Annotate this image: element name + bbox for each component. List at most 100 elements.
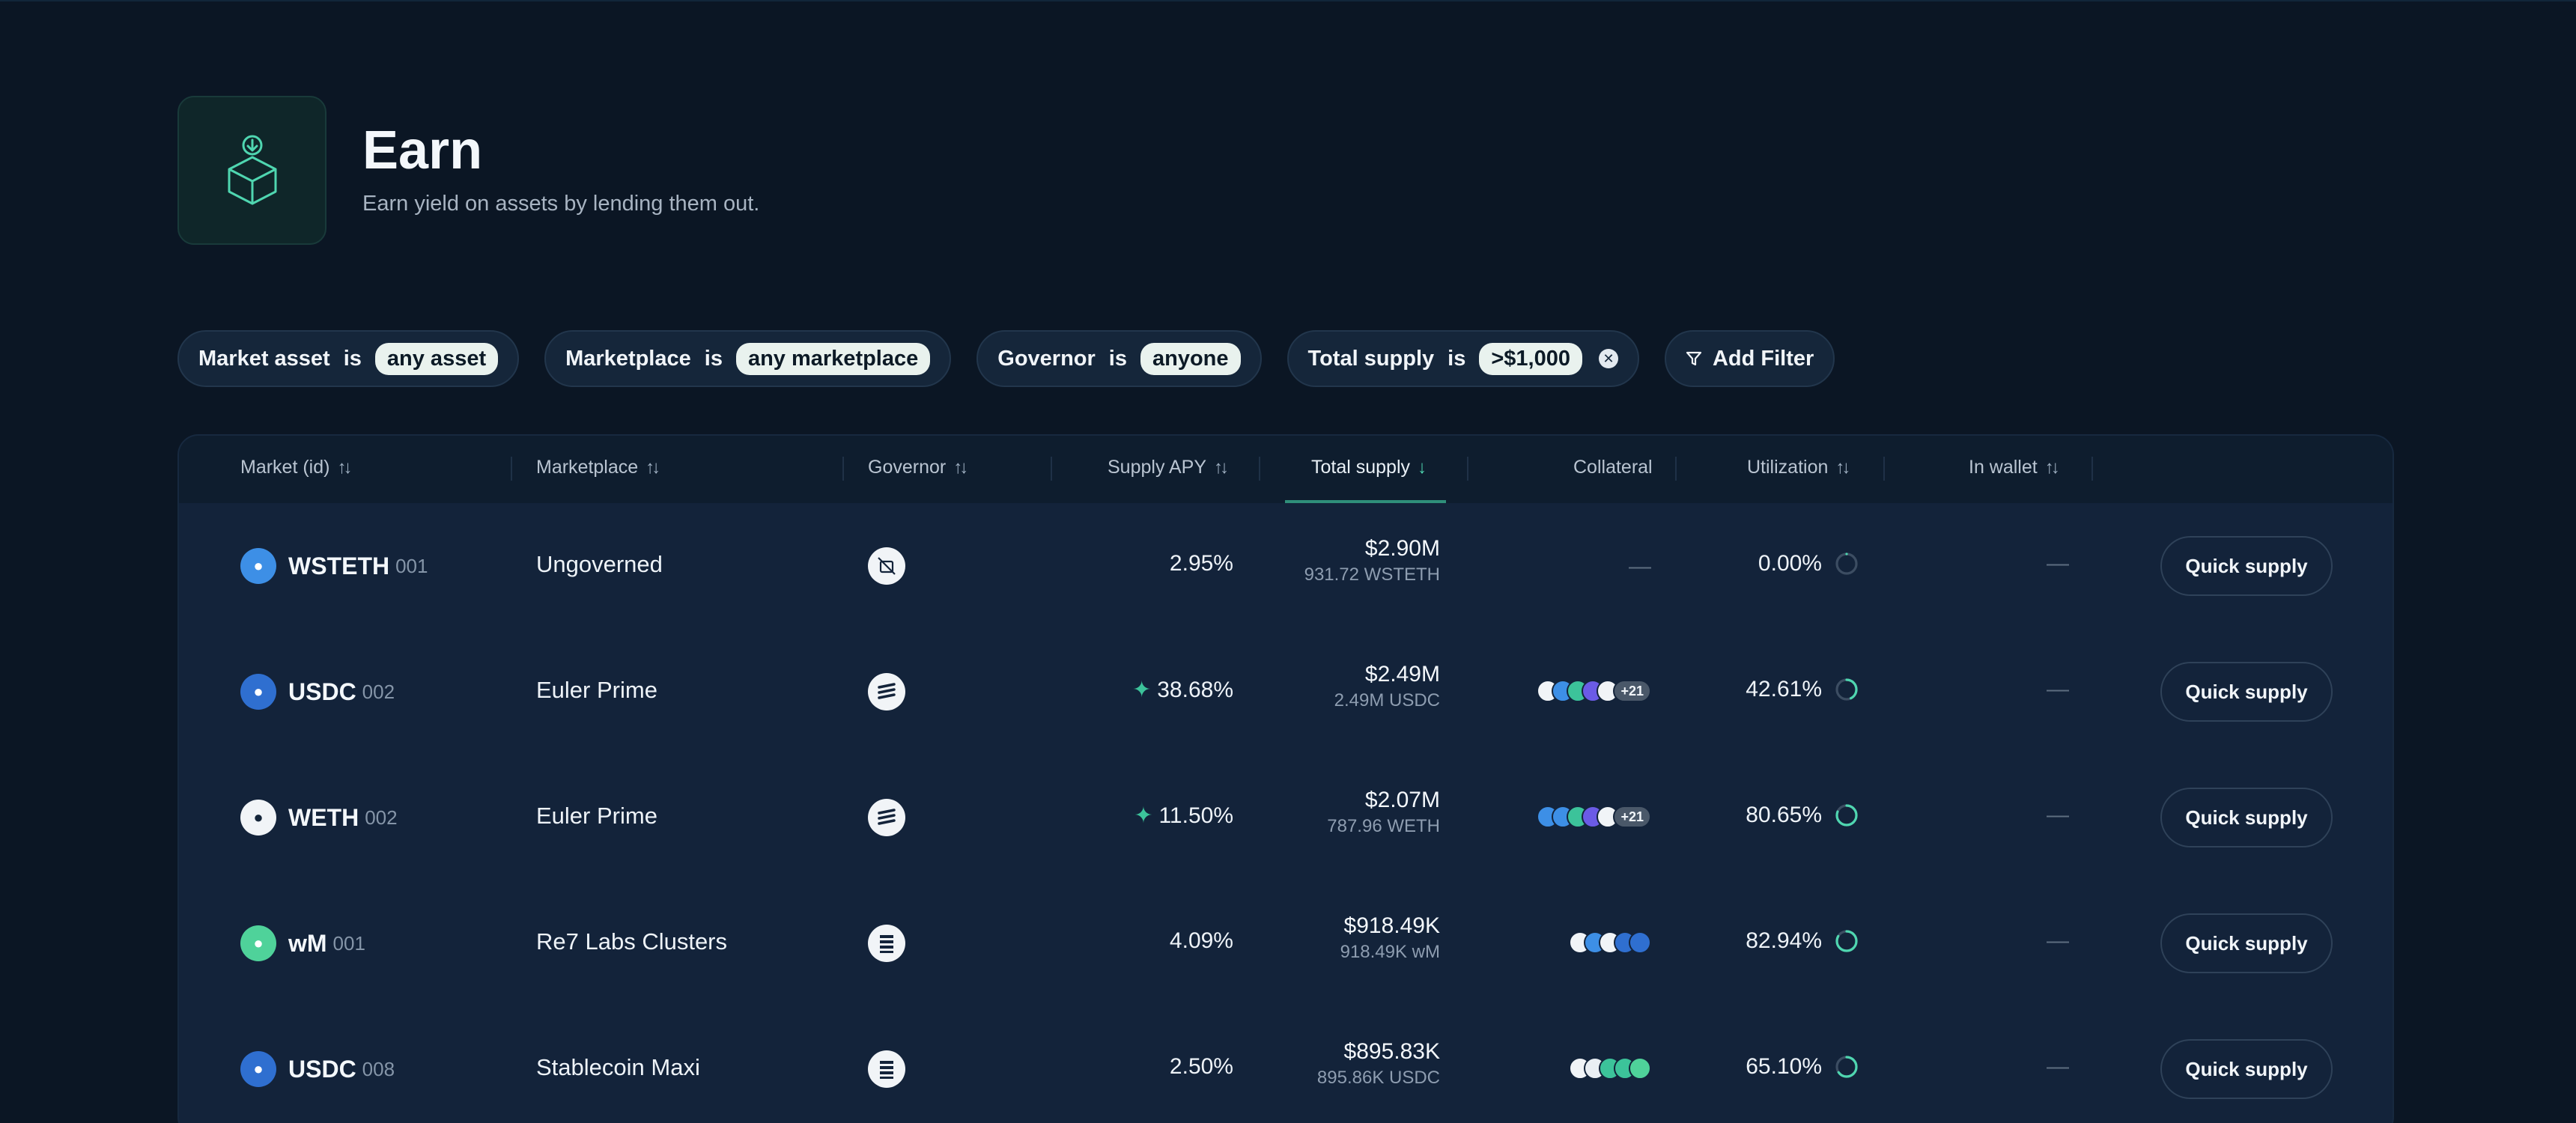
page-title: Earn bbox=[362, 121, 483, 180]
collateral-cell bbox=[1569, 1057, 1651, 1080]
collateral-cell: — bbox=[1629, 554, 1651, 579]
market-id: 001 bbox=[395, 554, 428, 577]
arrow-down-icon: ↓ bbox=[1418, 457, 1427, 478]
supply-apy-value: 4.09% bbox=[1169, 928, 1233, 953]
supply-apy-cell: ✦ 11.50% bbox=[1134, 803, 1233, 829]
in-wallet-value: — bbox=[2047, 803, 2069, 827]
asset-symbol: USDC bbox=[288, 1055, 356, 1083]
column-header-market[interactable]: Market (id) ↑↓ bbox=[240, 457, 352, 478]
re7-icon bbox=[868, 925, 905, 962]
filter-op: is bbox=[343, 346, 362, 371]
utilization-ring-icon bbox=[1835, 930, 1858, 952]
in-wallet-cell: — bbox=[2047, 551, 2069, 576]
filter-value: any marketplace bbox=[735, 342, 931, 375]
market-cell[interactable]: ● wM 001 bbox=[240, 925, 365, 961]
collateral-coin-icon bbox=[1629, 1057, 1651, 1080]
collateral-cell bbox=[1569, 931, 1651, 954]
utilization-value: 65.10% bbox=[1746, 1054, 1822, 1079]
asset-token-icon: ● bbox=[240, 800, 276, 836]
filter-chip-market-asset[interactable]: Market asset is any asset bbox=[177, 330, 520, 387]
quick-supply-button[interactable]: Quick supply bbox=[2160, 662, 2333, 722]
sparkle-icon: ✦ bbox=[1132, 678, 1152, 702]
total-supply-cell: $2.07M 787.96 WETH bbox=[1327, 788, 1440, 837]
supply-apy-cell: 4.09% bbox=[1170, 928, 1233, 954]
filter-chip-marketplace[interactable]: Marketplace is any marketplace bbox=[544, 330, 952, 387]
table-row[interactable]: ● USDC 008 Stablecoin Maxi 2.50% $895.83K 895.… bbox=[179, 1006, 2393, 1123]
total-supply-cell: $2.49M 2.49M USDC bbox=[1334, 662, 1440, 711]
collateral-more-badge: +21 bbox=[1613, 680, 1651, 702]
market-cell[interactable]: ● USDC 008 bbox=[240, 1051, 395, 1087]
column-header-governor[interactable]: Governor ↑↓ bbox=[868, 457, 968, 478]
utilization-ring-icon bbox=[1835, 678, 1858, 701]
quick-supply-cell: Quick supply bbox=[2160, 1039, 2333, 1099]
column-divider bbox=[2092, 457, 2093, 481]
supply-apy-cell: 2.95% bbox=[1170, 551, 1233, 576]
column-header-collateral: Collateral bbox=[1573, 457, 1653, 478]
market-id: 002 bbox=[365, 806, 398, 829]
table-row[interactable]: ● USDC 002 Euler Prime ✦ 38.68% $2.49M 2.49M US… bbox=[179, 629, 2393, 755]
collateral-cell: +21 bbox=[1537, 680, 1651, 702]
utilization-cell: 42.61% bbox=[1746, 677, 1859, 702]
re7-icon bbox=[868, 1050, 905, 1088]
utilization-ring-icon bbox=[1835, 1056, 1858, 1078]
top-border bbox=[0, 0, 2576, 1]
governor-cell bbox=[868, 673, 905, 710]
collateral-more-badge: +21 bbox=[1613, 806, 1651, 828]
column-header-total-supply[interactable]: Total supply ↓ bbox=[1311, 457, 1427, 478]
column-divider bbox=[1051, 457, 1052, 481]
asset-symbol: WETH bbox=[288, 803, 359, 831]
quick-supply-button[interactable]: Quick supply bbox=[2160, 1039, 2333, 1099]
quick-supply-button[interactable]: Quick supply bbox=[2160, 913, 2333, 973]
column-divider bbox=[1467, 457, 1468, 481]
clear-filter-icon[interactable]: ✕ bbox=[1598, 349, 1618, 368]
in-wallet-cell: — bbox=[2047, 677, 2069, 702]
marketplace-cell: Re7 Labs Clusters bbox=[536, 928, 728, 955]
utilization-cell: 65.10% bbox=[1746, 1054, 1859, 1080]
quick-supply-button[interactable]: Quick supply bbox=[2160, 536, 2333, 596]
in-wallet-value: — bbox=[2047, 551, 2069, 576]
filter-bar: Market asset is any asset Marketplace is… bbox=[177, 330, 1835, 387]
total-supply-cell: $2.90M 931.72 WSTETH bbox=[1304, 536, 1440, 585]
market-id: 001 bbox=[332, 931, 365, 955]
column-header-marketplace[interactable]: Marketplace ↑↓ bbox=[536, 457, 660, 478]
market-cell[interactable]: ● WSTETH 001 bbox=[240, 548, 428, 584]
euler-icon bbox=[868, 799, 905, 836]
collateral-cell: +21 bbox=[1537, 806, 1651, 828]
marketplace-cell: Euler Prime bbox=[536, 677, 657, 703]
quick-supply-cell: Quick supply bbox=[2160, 788, 2333, 847]
market-cell[interactable]: ● WETH 002 bbox=[240, 800, 398, 836]
utilization-value: 42.61% bbox=[1746, 677, 1822, 702]
in-wallet-value: — bbox=[2047, 928, 2069, 953]
in-wallet-value: — bbox=[2047, 677, 2069, 702]
supply-apy-cell: 2.50% bbox=[1170, 1054, 1233, 1080]
asset-token-icon: ● bbox=[240, 674, 276, 710]
quick-supply-cell: Quick supply bbox=[2160, 536, 2333, 596]
supply-apy-value: 38.68% bbox=[1157, 677, 1233, 702]
total-supply-native: 918.49K wM bbox=[1340, 942, 1440, 962]
add-filter-button[interactable]: Add Filter bbox=[1664, 330, 1835, 387]
filter-chip-governor[interactable]: Governor is anyone bbox=[976, 330, 1262, 387]
quick-supply-cell: Quick supply bbox=[2160, 662, 2333, 722]
column-header-in-wallet[interactable]: In wallet ↑↓ bbox=[1969, 457, 2060, 478]
column-header-supply-apy[interactable]: Supply APY ↑↓ bbox=[1108, 457, 1229, 478]
quick-supply-button[interactable]: Quick supply bbox=[2160, 788, 2333, 847]
filter-field: Governor bbox=[997, 346, 1096, 371]
box-deposit-icon bbox=[177, 96, 326, 245]
table-header: Market (id) ↑↓ Marketplace ↑↓ Governor ↑↓ S… bbox=[179, 436, 2393, 503]
governor-cell bbox=[868, 547, 905, 585]
asset-symbol: WSTETH bbox=[288, 552, 390, 579]
sort-icon: ↑↓ bbox=[2044, 457, 2060, 478]
utilization-cell: 0.00% bbox=[1758, 551, 1859, 576]
market-cell[interactable]: ● USDC 002 bbox=[240, 674, 395, 710]
column-divider bbox=[1675, 457, 1677, 481]
filter-field: Market asset bbox=[198, 346, 330, 371]
filter-chip-total-supply[interactable]: Total supply is >$1,000 ✕ bbox=[1287, 330, 1639, 387]
table-row[interactable]: ● WSTETH 001 Ungoverned 2.95% $2.90M 931.72 WS… bbox=[179, 503, 2393, 629]
utilization-cell: 80.65% bbox=[1746, 803, 1859, 828]
column-header-utilization[interactable]: Utilization ↑↓ bbox=[1747, 457, 1850, 478]
table-row[interactable]: ● WETH 002 Euler Prime ✦ 11.50% $2.07M 787.96 W… bbox=[179, 755, 2393, 880]
utilization-ring-icon bbox=[1835, 553, 1858, 575]
governor-cell bbox=[868, 925, 905, 962]
table-row[interactable]: ● wM 001 Re7 Labs Clusters 4.09% $918.49K 918.… bbox=[179, 880, 2393, 1006]
sort-icon: ↑↓ bbox=[953, 457, 968, 478]
